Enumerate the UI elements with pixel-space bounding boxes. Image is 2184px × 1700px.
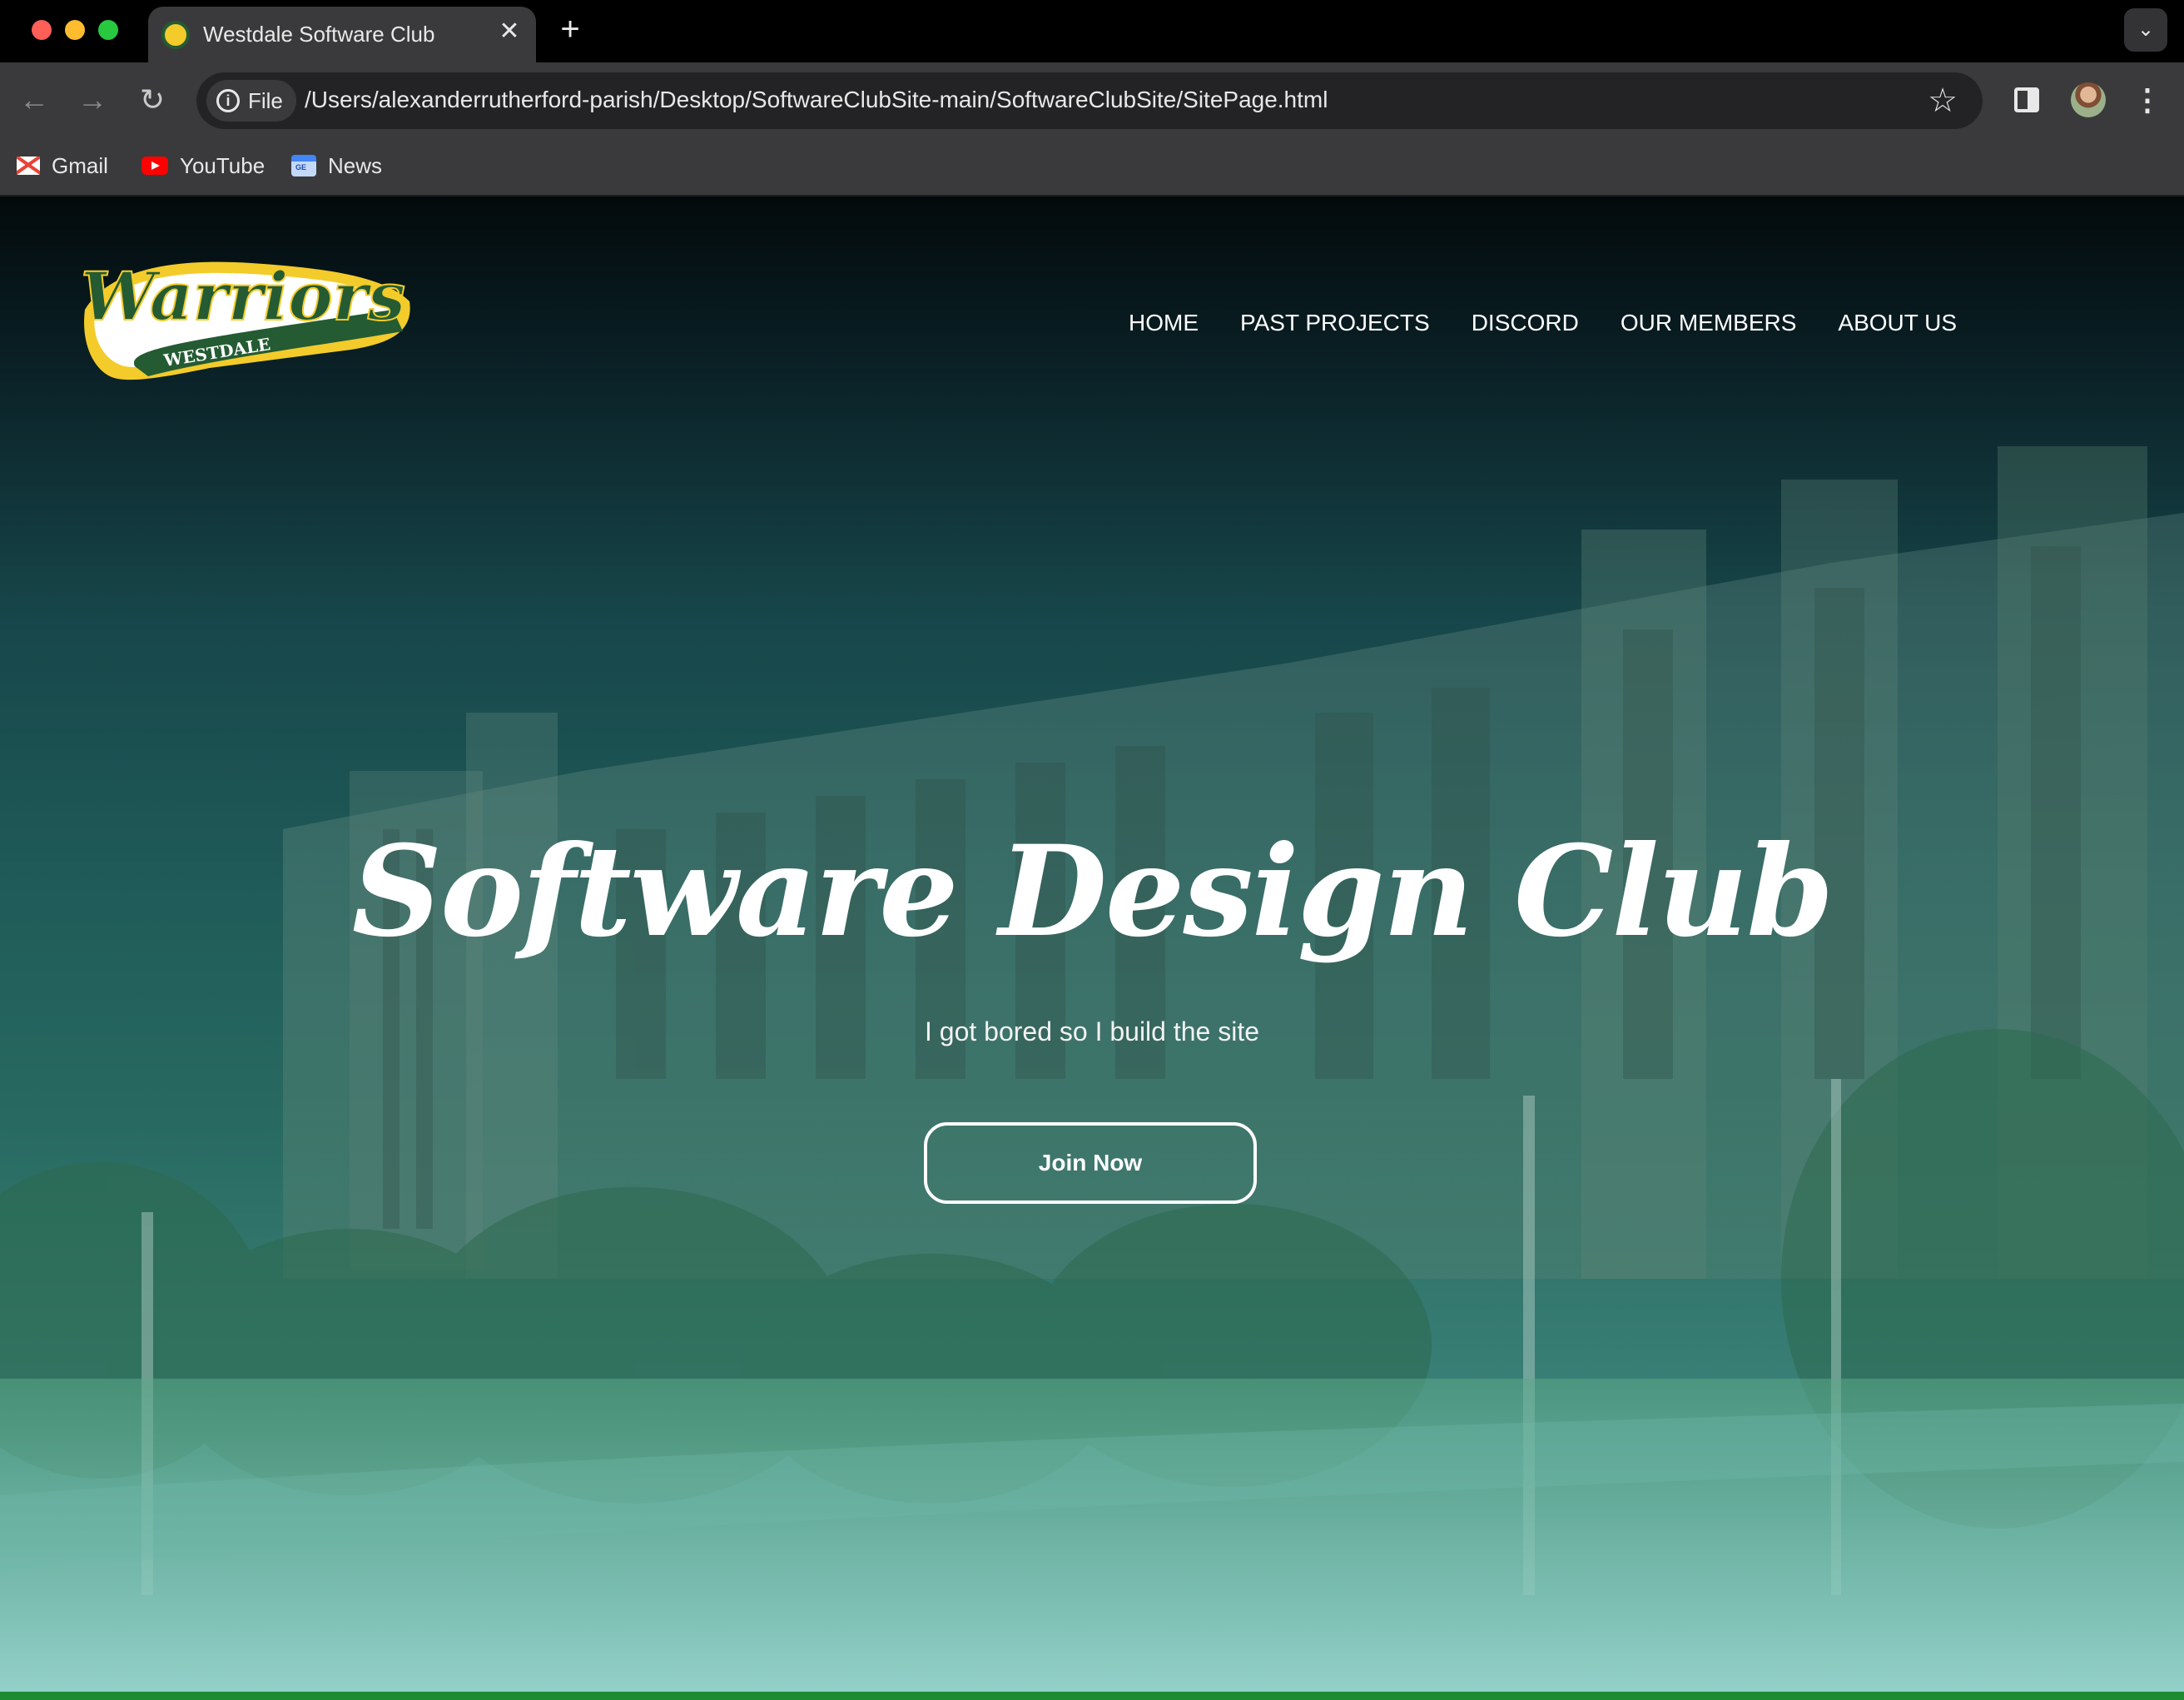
nav-about-us-link[interactable]: ABOUT US: [1838, 310, 1957, 336]
bookmark-news[interactable]: News: [291, 149, 382, 182]
browser-tab-strip: Westdale Software Club ✕ + ⌄: [0, 0, 2184, 62]
tab-search-chevron-icon[interactable]: ⌄: [2124, 8, 2167, 52]
google-news-icon: [291, 155, 316, 176]
web-page: Warriors WESTDALE HOME PAST PROJECTS DIS…: [0, 196, 2184, 1700]
bookmark-label: News: [328, 152, 383, 178]
bookmark-gmail[interactable]: Gmail: [17, 149, 108, 182]
url-text[interactable]: /Users/alexanderrutherford-parish/Deskto…: [305, 87, 1328, 113]
window-close-button[interactable]: [32, 20, 52, 40]
side-panel-icon[interactable]: [2014, 87, 2039, 112]
bookmark-star-icon[interactable]: ☆: [1928, 81, 1958, 121]
westdale-warriors-logo[interactable]: Warriors WESTDALE: [77, 251, 414, 385]
window-minimize-button[interactable]: [65, 20, 85, 40]
page-bottom-bar: [0, 1692, 2184, 1700]
bookmark-label: Gmail: [52, 152, 108, 178]
svg-text:Warriors: Warriors: [81, 257, 405, 336]
nav-past-projects-link[interactable]: PAST PROJECTS: [1240, 310, 1430, 336]
bookmarks-bar: Gmail YouTube News: [0, 137, 2184, 196]
reload-button[interactable]: ↻: [132, 79, 173, 121]
forward-button[interactable]: →: [72, 79, 113, 121]
new-tab-button[interactable]: +: [553, 12, 588, 47]
nav-discord-link[interactable]: DISCORD: [1472, 310, 1579, 336]
browser-menu-icon[interactable]: ⋮: [2132, 81, 2162, 119]
nav-home-link[interactable]: HOME: [1129, 310, 1199, 336]
bookmark-label: YouTube: [180, 152, 266, 178]
address-bar[interactable]: i File /Users/alexanderrutherford-parish…: [196, 72, 1983, 129]
bookmark-youtube[interactable]: YouTube: [141, 149, 265, 182]
warriors-favicon-icon: [161, 21, 190, 49]
window-zoom-button[interactable]: [98, 20, 118, 40]
browser-toolbar: ← → ↻ i File /Users/alexanderrutherford-…: [0, 62, 2184, 137]
youtube-icon: [141, 157, 168, 175]
tab-close-icon[interactable]: ✕: [493, 15, 526, 48]
join-now-button[interactable]: Join Now: [924, 1122, 1257, 1204]
back-button[interactable]: ←: [13, 79, 55, 121]
browser-tab-active[interactable]: Westdale Software Club ✕: [148, 7, 536, 62]
site-nav: HOME PAST PROJECTS DISCORD OUR MEMBERS A…: [1129, 310, 1957, 336]
gmail-icon: [17, 157, 40, 175]
site-info-chip[interactable]: i File: [206, 80, 296, 122]
hero-title: Software Design Club: [351, 818, 1834, 965]
tab-title: Westdale Software Club: [203, 22, 435, 47]
profile-avatar[interactable]: [2071, 82, 2106, 117]
scheme-label: File: [248, 87, 283, 113]
hero-subtitle: I got bored so I build the site: [924, 1017, 1260, 1046]
info-icon: i: [216, 89, 240, 112]
hero-section: Software Design Club I got bored so I bu…: [0, 817, 2184, 1047]
nav-our-members-link[interactable]: OUR MEMBERS: [1621, 310, 1797, 336]
